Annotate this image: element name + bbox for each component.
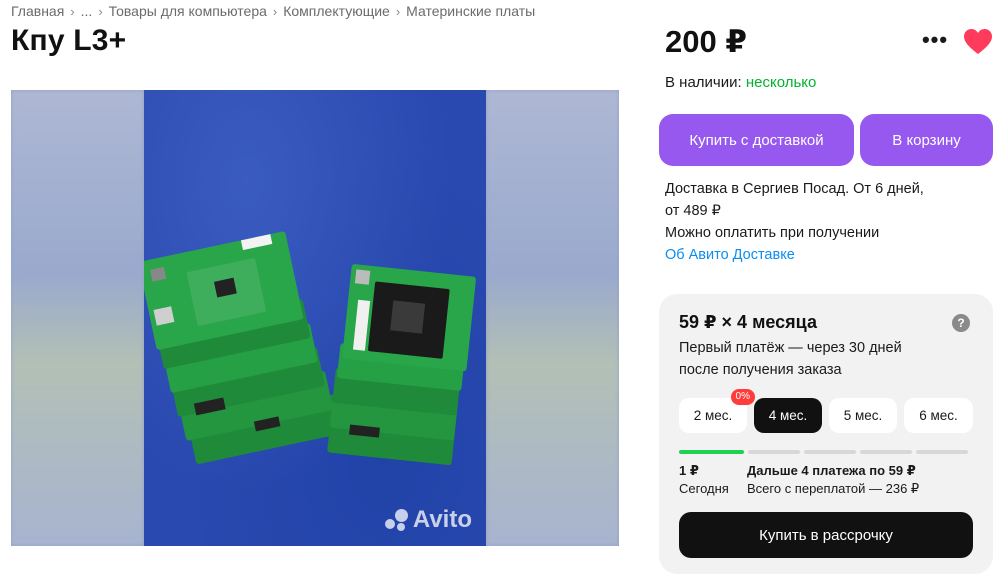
breadcrumb-ellipsis[interactable]: ... bbox=[81, 3, 93, 19]
gallery-blur-right bbox=[486, 90, 619, 546]
progress-segment bbox=[916, 450, 968, 454]
stock-label: В наличии: bbox=[665, 74, 742, 91]
term-option-6[interactable]: 6 мес. bbox=[904, 398, 973, 433]
delivery-line-1: Доставка в Сергиев Посад. От 6 дней, bbox=[665, 181, 924, 197]
delivery-line-3: Можно оплатить при получении bbox=[665, 225, 880, 241]
favorite-heart-icon[interactable] bbox=[963, 28, 993, 56]
installment-card: 59 ₽ × 4 месяца ? Первый платёж — через … bbox=[659, 294, 993, 574]
breadcrumb-components[interactable]: Комплектующие bbox=[283, 3, 390, 19]
avito-watermark-text: Avito bbox=[412, 506, 472, 533]
term-label: 6 мес. bbox=[919, 408, 958, 423]
help-icon[interactable]: ? bbox=[952, 314, 970, 332]
avito-delivery-link[interactable]: Об Авито Доставке bbox=[665, 244, 965, 266]
avito-logo-icon bbox=[384, 509, 409, 531]
breadcrumb-motherboards[interactable]: Материнские платы bbox=[406, 3, 535, 19]
installment-title: 59 ₽ × 4 месяца bbox=[679, 312, 817, 332]
payment-rest: Дальше 4 платежа по 59 ₽ Всего с перепла… bbox=[747, 462, 919, 498]
today-amount: 1 ₽ bbox=[679, 463, 699, 478]
photo-gallery[interactable]: Avito bbox=[11, 90, 619, 546]
installment-description: Первый платёж — через 30 дней после полу… bbox=[679, 340, 902, 378]
term-label: 2 мес. bbox=[693, 408, 733, 423]
today-label: Сегодня bbox=[679, 481, 729, 496]
price: 200 ₽ bbox=[665, 24, 747, 59]
more-options-icon[interactable]: ••• bbox=[922, 27, 948, 52]
payment-today: 1 ₽ Сегодня bbox=[679, 462, 729, 498]
delivery-info: Доставка в Сергиев Посад. От 6 дней, от … bbox=[665, 178, 965, 266]
stock-status: В наличии: несколько bbox=[665, 74, 816, 91]
chevron-right-icon: › bbox=[395, 3, 401, 19]
stock-value: несколько bbox=[745, 74, 817, 91]
page-title: Кпу L3+ bbox=[11, 24, 127, 57]
progress-segment bbox=[804, 450, 856, 454]
term-label: 4 мес. bbox=[768, 408, 808, 423]
progress-segment-paid bbox=[679, 450, 744, 454]
buy-installment-button[interactable]: Купить в рассрочку bbox=[679, 512, 973, 558]
rest-payments: Дальше 4 платежа по 59 ₽ bbox=[747, 463, 916, 478]
pcb-stack-image bbox=[138, 231, 476, 466]
progress-segment bbox=[748, 450, 800, 454]
delivery-line-2: от 489 ₽ bbox=[665, 203, 721, 219]
progress-segment bbox=[860, 450, 912, 454]
breadcrumb-computer-goods[interactable]: Товары для компьютера bbox=[109, 3, 267, 19]
total-with-overpay: Всего с переплатой — 236 ₽ bbox=[747, 481, 920, 496]
term-option-5[interactable]: 5 мес. bbox=[829, 398, 897, 433]
payment-progress bbox=[679, 450, 968, 454]
breadcrumb: Главная › ... › Товары для компьютера › … bbox=[11, 3, 535, 19]
chevron-right-icon: › bbox=[98, 3, 103, 19]
installment-term-selector: 2 мес. 0% 4 мес. 5 мес. 6 мес. bbox=[679, 389, 973, 433]
term-option-4[interactable]: 4 мес. bbox=[754, 398, 822, 433]
term-option-2[interactable]: 2 мес. 0% bbox=[679, 389, 755, 433]
product-photo[interactable]: Avito bbox=[138, 90, 486, 546]
buy-with-delivery-button[interactable]: Купить с доставкой bbox=[659, 114, 854, 166]
zero-percent-badge: 0% bbox=[730, 389, 755, 405]
avito-watermark: Avito bbox=[384, 506, 472, 534]
chevron-right-icon: › bbox=[272, 3, 278, 19]
term-label: 5 мес. bbox=[843, 408, 883, 423]
add-to-cart-button[interactable]: В корзину bbox=[860, 114, 993, 166]
gallery-blur-left bbox=[11, 90, 144, 546]
breadcrumb-home[interactable]: Главная bbox=[11, 3, 64, 19]
chevron-right-icon: › bbox=[70, 3, 75, 19]
